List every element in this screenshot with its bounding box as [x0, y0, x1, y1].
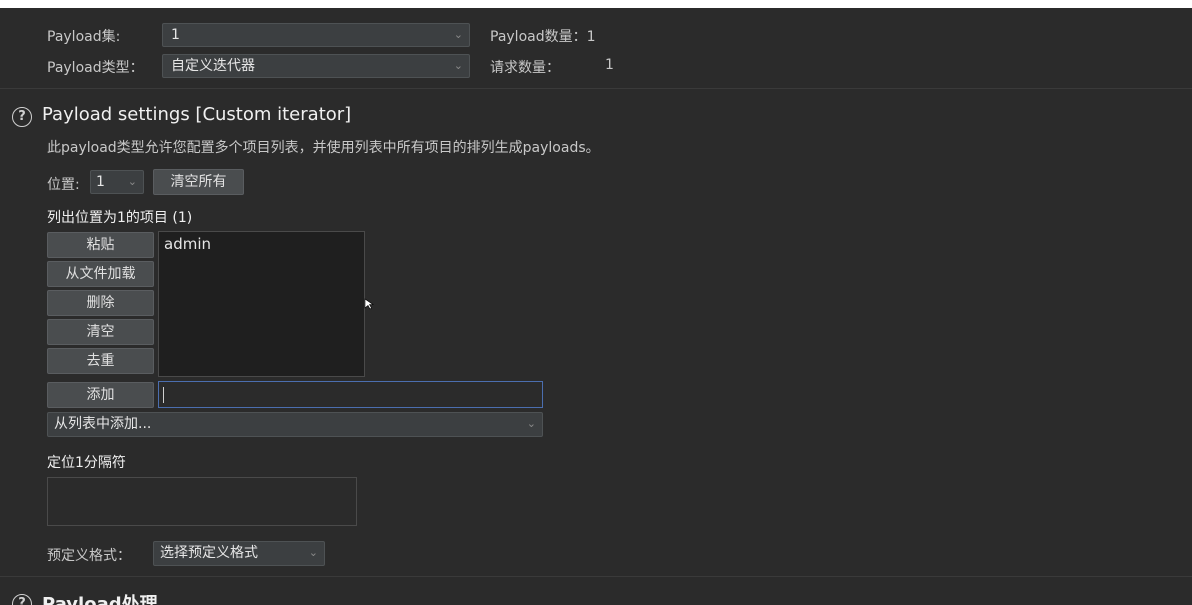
- settings-description: 此payload类型允许您配置多个项目列表，并使用列表中所有项目的排列生成pay…: [47, 140, 600, 156]
- chevron-down-icon: ⌄: [127, 175, 137, 188]
- pointer-arrow-icon: [364, 298, 374, 310]
- payload-set-dropdown[interactable]: 1 ⌄: [162, 23, 470, 47]
- payload-count-label: Payload数量：1: [490, 29, 596, 45]
- payload-set-value: 1: [171, 27, 180, 43]
- add-button[interactable]: 添加: [47, 382, 154, 408]
- clear-button[interactable]: 清空: [47, 319, 154, 345]
- load-from-file-button[interactable]: 从文件加载: [47, 261, 154, 287]
- remove-button[interactable]: 删除: [47, 290, 154, 316]
- question-circle-icon[interactable]: ?: [12, 594, 32, 605]
- add-item-input[interactable]: [158, 381, 543, 408]
- payload-type-label: Payload类型：: [47, 60, 144, 76]
- text-caret: [163, 387, 164, 403]
- paste-button[interactable]: 粘贴: [47, 232, 154, 258]
- chevron-down-icon: ⌄: [308, 546, 318, 559]
- predefined-format-dropdown[interactable]: 选择预定义格式 ⌄: [153, 541, 325, 566]
- predefined-format-label: 预定义格式：: [47, 548, 131, 564]
- chevron-down-icon: ⌄: [453, 28, 463, 41]
- position-dropdown[interactable]: 1 ⌄: [90, 170, 144, 194]
- predefined-format-value: 选择预定义格式: [160, 545, 258, 561]
- divider: [0, 88, 1192, 89]
- payloads-panel: Payload集: 1 ⌄ Payload数量：1 Payload类型： 自定义…: [0, 8, 1192, 605]
- list-title: 列出位置为1的项目 (1): [47, 210, 193, 226]
- position-label: 位置:: [47, 177, 80, 193]
- request-count-value: 1: [605, 57, 614, 73]
- request-count-label: 请求数量：: [490, 60, 560, 76]
- items-listbox[interactable]: admin: [158, 231, 365, 377]
- separator-title: 定位1分隔符: [47, 455, 126, 471]
- chevron-down-icon: ⌄: [526, 417, 536, 430]
- settings-title: Payload settings [Custom iterator]: [42, 104, 352, 125]
- add-from-list-value: 从列表中添加...: [54, 416, 152, 432]
- deduplicate-button[interactable]: 去重: [47, 348, 154, 374]
- payload-processing-title: Payload处理: [42, 594, 158, 605]
- list-item[interactable]: admin: [159, 232, 364, 253]
- clear-all-button[interactable]: 清空所有: [153, 169, 244, 195]
- payload-type-value: 自定义迭代器: [171, 58, 255, 74]
- question-circle-icon[interactable]: ?: [12, 107, 32, 127]
- chevron-down-icon: ⌄: [453, 59, 463, 72]
- payload-set-label: Payload集:: [47, 29, 121, 45]
- payload-type-dropdown[interactable]: 自定义迭代器 ⌄: [162, 54, 470, 78]
- divider: [0, 576, 1192, 577]
- add-from-list-dropdown[interactable]: 从列表中添加... ⌄: [47, 412, 543, 437]
- position-value: 1: [96, 174, 105, 190]
- separator-input[interactable]: [47, 477, 357, 526]
